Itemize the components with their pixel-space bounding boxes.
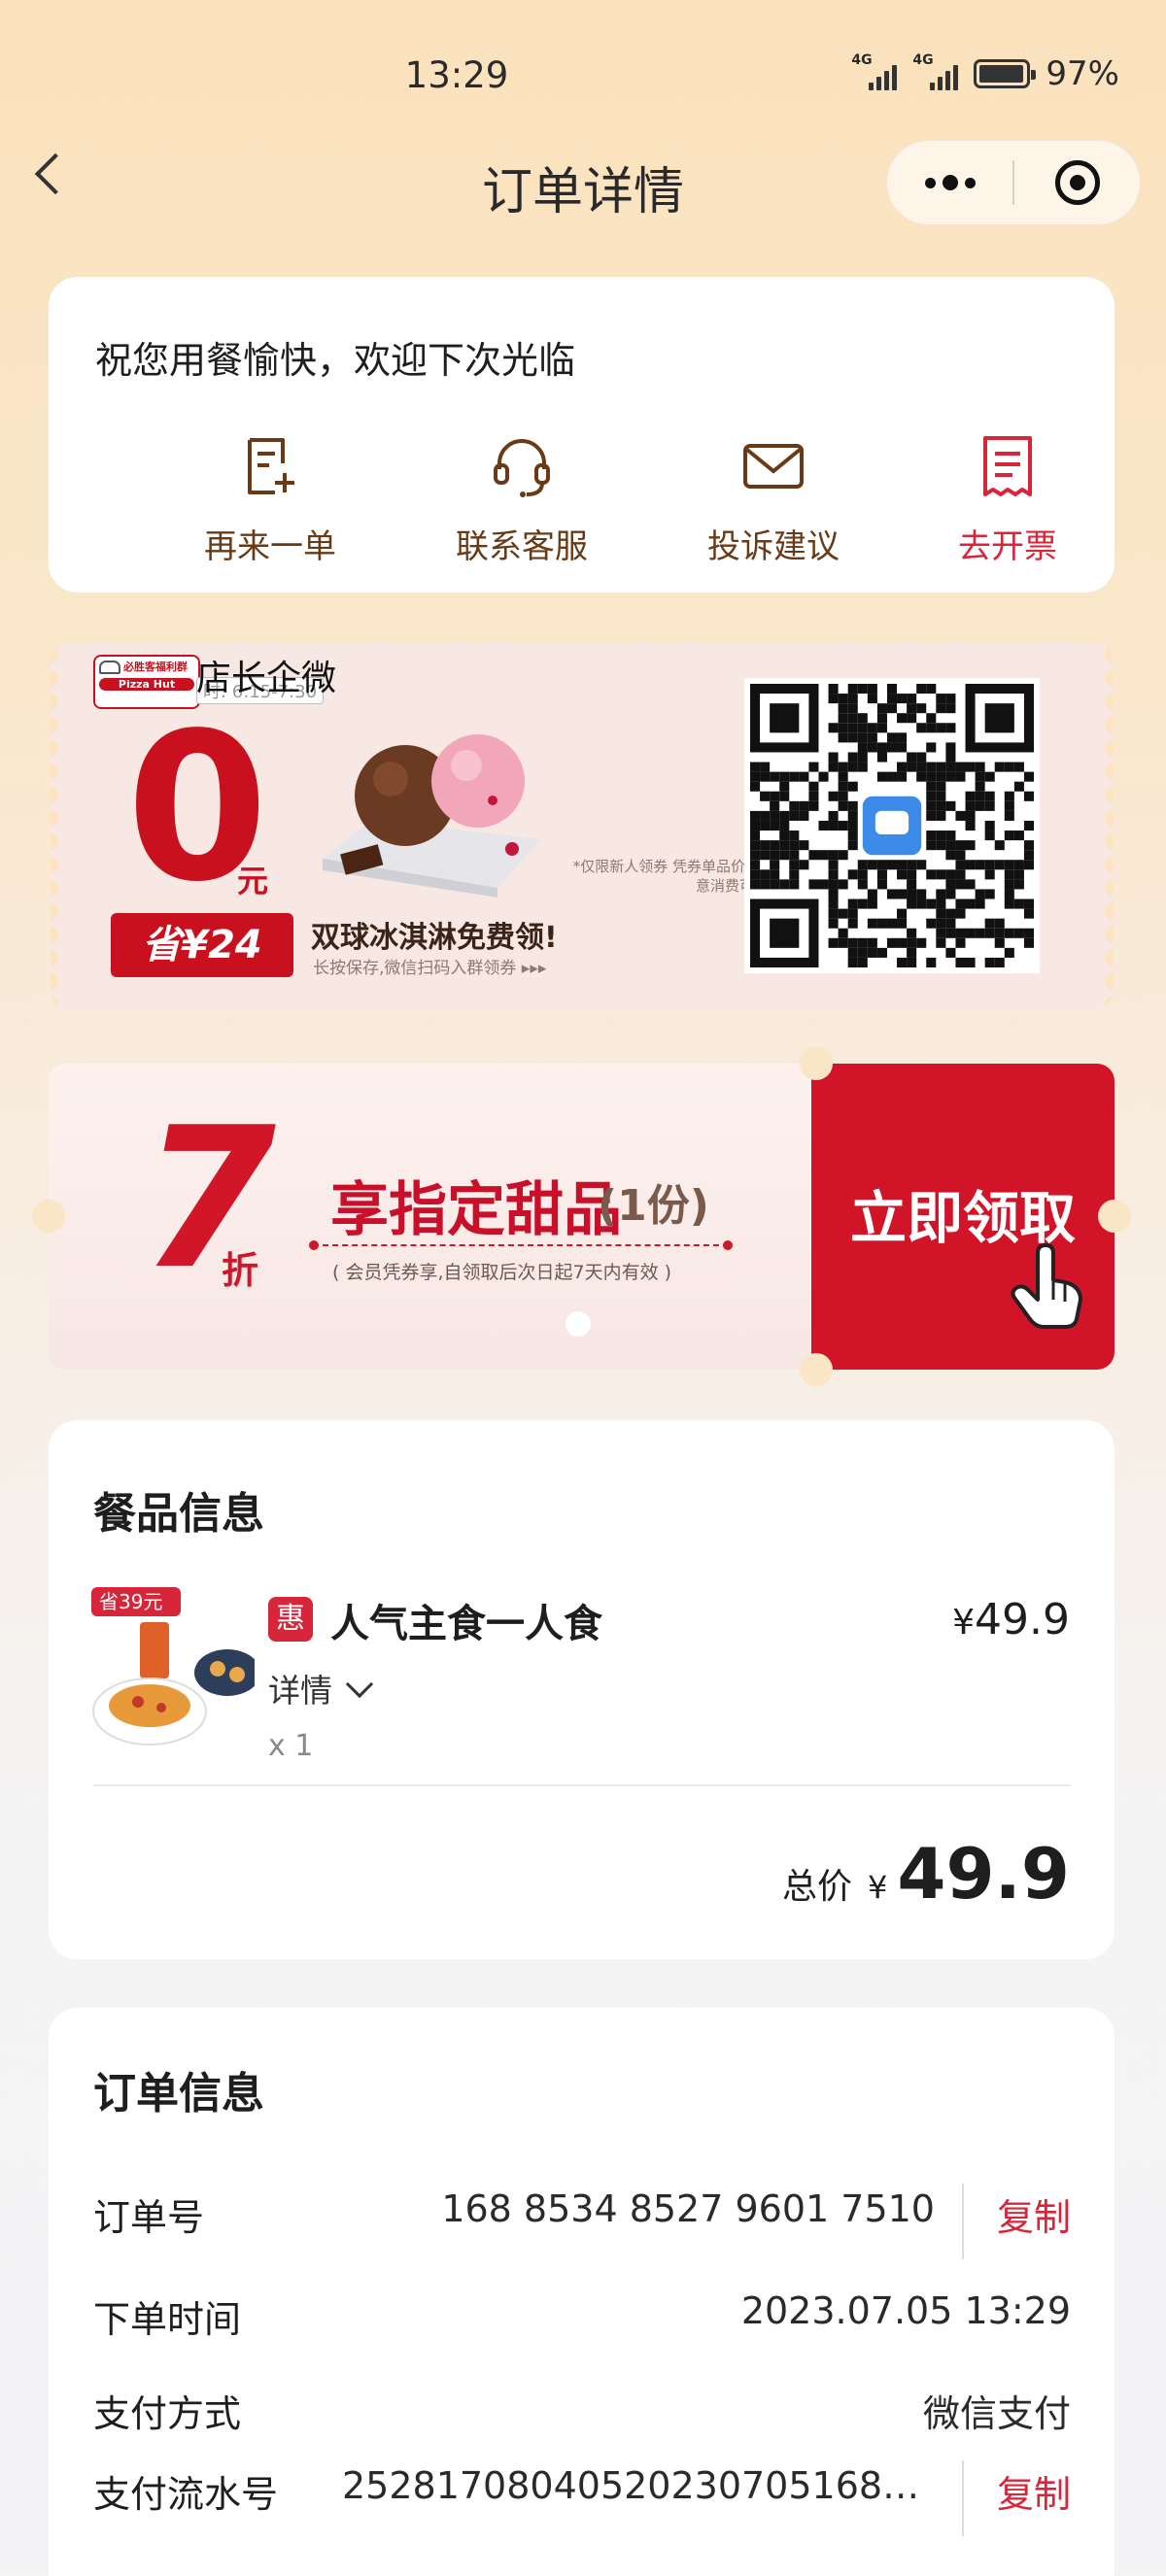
close-miniprogram-button[interactable] xyxy=(1014,141,1140,224)
coupon-note: ( 会员凭券享,自领取后次日起7天内有效 ) xyxy=(332,1262,672,1283)
reorder-button[interactable]: 再来一单 xyxy=(173,432,367,567)
more-icon xyxy=(924,175,976,190)
detail-toggle[interactable]: 详情 xyxy=(268,1665,374,1712)
order-info-card: 订单信息 订单号 168 8534 8527 9601 7510 复制 下单时间… xyxy=(49,2008,1115,2576)
promo-note: *仅限新人领券 凭券单品价任意消费可! xyxy=(572,858,760,896)
food-info-card: 餐品信息 省39元 惠 人气主食一人食 ¥49.9 详情 x 1 总价 ¥ 49… xyxy=(49,1420,1115,1959)
battery-text: 97% xyxy=(1046,54,1119,93)
ice-cream-image xyxy=(323,734,541,898)
payment-method-row: 支付方式 微信支付 xyxy=(93,2384,1071,2442)
status-indicators: 4G 4G 97% xyxy=(851,53,1119,93)
action-label: 再来一单 xyxy=(204,527,336,566)
product-price: ¥49.9 xyxy=(952,1595,1070,1644)
order-number-row: 订单号 168 8534 8527 9601 7510 复制 xyxy=(93,2184,1071,2259)
promo-unit: 元 xyxy=(237,863,269,899)
promo-subline: 长按保存,微信扫码入群领券 ▸▸▸ xyxy=(313,959,547,978)
dessert-coupon-banner[interactable]: 7 折 享指定甜品 (1份) ( 会员凭券享,自领取后次日起7天内有效 ) 立即… xyxy=(32,1047,1131,1386)
invoice-button[interactable]: 去开票 xyxy=(910,432,1105,567)
wecom-promo-banner[interactable]: 必胜客福利群 Pizza Hut 时: 6:15-7:30 店长企微 0 元 省… xyxy=(51,643,1113,1010)
signal-icon: 4G xyxy=(851,53,898,90)
mail-icon xyxy=(743,444,804,489)
complaint-button[interactable]: 投诉建议 xyxy=(676,432,871,567)
signal-icon-2: 4G xyxy=(912,53,959,90)
reorder-icon xyxy=(248,438,294,494)
headset-icon xyxy=(494,439,550,497)
product-name: 人气主食一人食 xyxy=(330,1602,602,1646)
action-label: 联系客服 xyxy=(456,527,588,566)
payment-method: 微信支付 xyxy=(922,2392,1071,2435)
order-time-row: 下单时间 2023.07.05 13:29 xyxy=(93,2289,1071,2341)
payment-serial: 252817080405202307051680000000 xyxy=(342,2464,935,2507)
more-button[interactable] xyxy=(887,141,1012,224)
action-label: 投诉建议 xyxy=(707,527,840,566)
action-bar: 再来一单 联系客服 投诉建议 去开票 xyxy=(49,432,1115,568)
status-time: 13:29 xyxy=(404,54,509,96)
wecom-qr-code[interactable] xyxy=(744,678,1040,973)
discount-unit: 折 xyxy=(222,1249,259,1292)
copy-serial-button[interactable]: 复制 xyxy=(997,2464,1071,2518)
contact-service-button[interactable]: 联系客服 xyxy=(425,432,619,567)
copy-order-number-button[interactable]: 复制 xyxy=(997,2187,1071,2241)
payment-serial-row: 支付流水号 252817080405202307051680000000 复制 xyxy=(93,2460,1071,2536)
action-label: 去开票 xyxy=(958,527,1057,566)
total-price: 总价 ¥ 49.9 xyxy=(781,1833,1070,1915)
group-icon xyxy=(99,661,120,674)
save-badge: 省¥24 xyxy=(111,913,293,977)
greeting-card: 祝您用餐愉快，欢迎下次光临 再来一单 联系客服 投诉建议 去开票 xyxy=(49,277,1115,593)
section-title: 餐品信息 xyxy=(93,1489,264,1539)
product-qty: x 1 xyxy=(268,1729,314,1763)
order-time: 2023.07.05 13:29 xyxy=(740,2289,1071,2332)
target-icon xyxy=(1054,160,1100,205)
discount-badge: 惠 xyxy=(268,1597,313,1642)
battery-icon xyxy=(974,59,1037,88)
promo-headline: 双球冰淇淋免费领! xyxy=(311,921,558,955)
greeting-text: 祝您用餐愉快，欢迎下次光临 xyxy=(95,339,576,382)
pointer-hand-icon xyxy=(1011,1243,1082,1329)
chevron-down-icon xyxy=(345,1670,374,1699)
coupon-qty: (1份) xyxy=(598,1181,709,1231)
product-thumbnail[interactable]: 省39元 xyxy=(91,1587,255,1750)
invoice-icon xyxy=(983,436,1032,496)
claim-button[interactable]: 立即领取 xyxy=(850,1172,1076,1254)
miniprogram-capsule xyxy=(886,140,1141,225)
coupon-title: 享指定甜品 xyxy=(330,1176,622,1244)
order-number: 168 8534 8527 9601 7510 xyxy=(441,2187,935,2230)
carousel-indicator xyxy=(566,1311,591,1337)
section-title: 订单信息 xyxy=(93,2069,264,2118)
svg-text:省39元: 省39元 xyxy=(99,1590,162,1613)
